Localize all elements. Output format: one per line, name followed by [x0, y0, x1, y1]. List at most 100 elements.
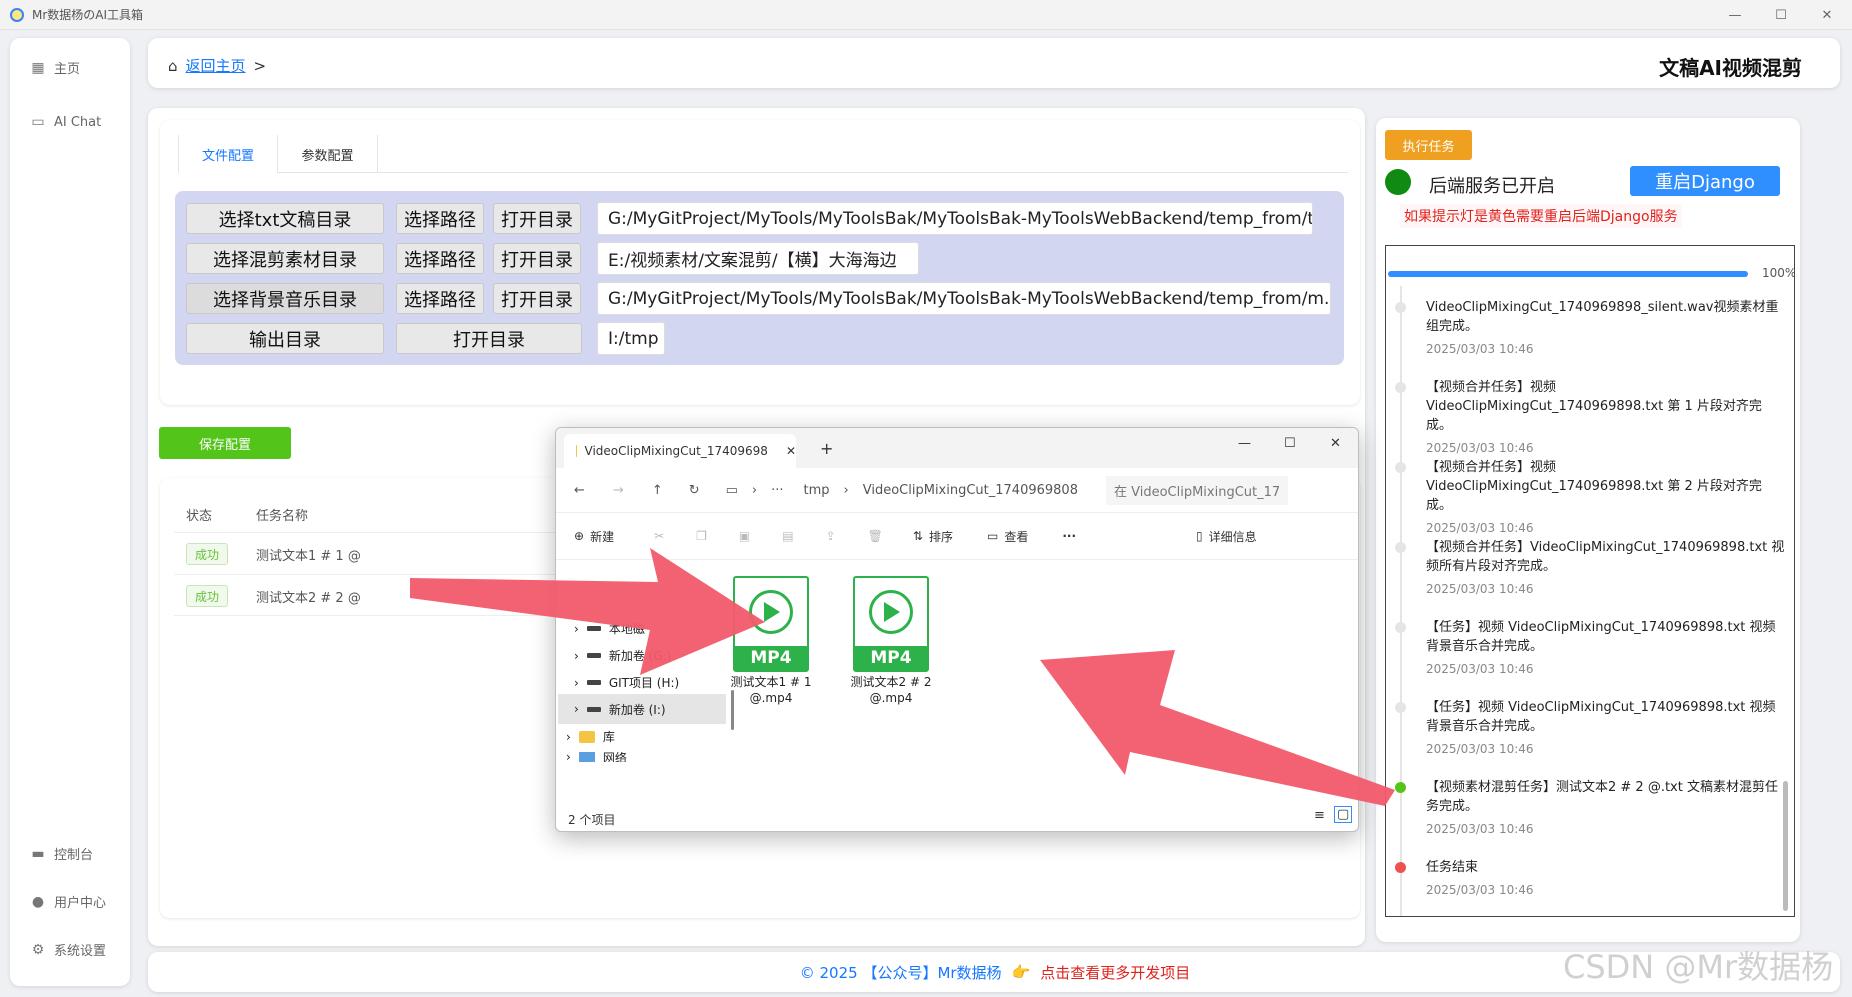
maximize-icon[interactable]: ☐ [1758, 0, 1804, 30]
select-txt-dir-button[interactable]: 选择txt文稿目录 [186, 203, 384, 234]
forward-icon[interactable]: → [613, 483, 624, 498]
window-title: Mr数据杨のAI工具箱 [32, 8, 144, 22]
log-entry: 【任务】视频 VideoClipMixingCut_1740969898.txt… [1426, 618, 1786, 679]
share-icon[interactable]: ⇪ [826, 529, 836, 543]
select-path-button[interactable]: 选择路径 [396, 203, 484, 234]
log-scrollbar[interactable] [1783, 781, 1788, 911]
select-path-button[interactable]: 选择路径 [396, 283, 484, 314]
tree-item-h-drive[interactable]: › GIT项目 (H:) [574, 674, 679, 691]
select-bgm-dir-button[interactable]: 选择背景音乐目录 [186, 283, 384, 314]
select-path-button[interactable]: 选择路径 [396, 243, 484, 274]
more-options-button[interactable]: ··· [1062, 529, 1076, 543]
view-button[interactable]: 查看 [1004, 528, 1028, 545]
refresh-icon[interactable]: ↻ [689, 483, 700, 498]
timeline-dot [1395, 862, 1406, 873]
breadcrumb-item[interactable]: VideoClipMixingCut_1740969808 [863, 483, 1078, 498]
sidebar-item-user-center[interactable]: ● 用户中心 [30, 892, 106, 912]
tree-item-g-drive[interactable]: › 新加卷 (G:) [574, 647, 671, 664]
timeline-dot [1395, 542, 1406, 553]
log-time: 2025/03/03 10:46 [1426, 521, 1534, 535]
tab-param-config[interactable]: 参数配置 [278, 135, 378, 173]
tree-item-label: 新加卷 (I:) [608, 702, 666, 717]
progress-label: 100% [1762, 266, 1795, 280]
tab-file-config[interactable]: 文件配置 [178, 135, 278, 173]
open-dir-button[interactable]: 打开目录 [493, 283, 581, 314]
tree-item-network[interactable]: › 网络 [566, 752, 627, 762]
file-explorer-window: VideoClipMixingCut_17409698 ✕ + — ☐ ✕ ← … [555, 427, 1359, 832]
file-item[interactable]: MP4 测试文本1 # 1 @.mp4 [716, 576, 826, 706]
status-badge: 成功 [186, 543, 228, 565]
navigation-pane: › 本地磁 › 新加卷 (G:) › GIT项目 (H:) › 新加卷 (I:) › 库 … [556, 560, 741, 810]
restart-django-button[interactable]: 重启Django [1630, 166, 1780, 196]
header-bar [148, 38, 1840, 88]
restart-warning: 如果提示灯是黄色需要重启后端Django服务 [1400, 204, 1682, 228]
plus-icon: ⊕ [574, 529, 585, 543]
more-path-icon[interactable]: ··· [771, 483, 783, 498]
file-name: 测试文本2 # 2 @.mp4 [850, 675, 932, 705]
explorer-tab[interactable]: VideoClipMixingCut_17409698 ✕ [564, 434, 796, 468]
details-button[interactable]: 详细信息 [1209, 528, 1257, 545]
file-badge: MP4 [735, 646, 807, 670]
delete-icon[interactable]: 🗑 [868, 529, 883, 543]
minimize-icon[interactable]: — [1712, 0, 1758, 30]
mp4-file-icon: MP4 [853, 576, 929, 672]
log-entry: 【任务】视频 VideoClipMixingCut_1740969898.txt… [1426, 698, 1786, 759]
close-icon[interactable]: ✕ [1804, 0, 1850, 30]
close-tab-icon[interactable]: ✕ [786, 444, 796, 458]
tree-item-i-drive[interactable]: › 新加卷 (I:) [558, 694, 726, 724]
footer-more-projects-link[interactable]: 点击查看更多开发项目 [1040, 962, 1190, 983]
log-entry: 任务结束 2025/03/03 10:46 [1426, 858, 1786, 900]
explorer-search-input[interactable]: 在 VideoClipMixingCut_17 [1105, 475, 1289, 505]
timeline-dot [1395, 302, 1406, 313]
log-entry: 【视频合并任务】VideoClipMixingCut_1740969898.tx… [1426, 538, 1786, 599]
service-status-light [1385, 169, 1411, 195]
output-dir-path: I:/tmp [597, 322, 665, 355]
timeline-dot [1395, 782, 1406, 793]
back-icon[interactable]: ← [574, 483, 585, 498]
maximize-icon[interactable]: ☐ [1284, 436, 1296, 451]
chevron-right-icon: › [751, 482, 758, 498]
drive-icon [586, 706, 601, 712]
tree-item-label: 库 [602, 730, 615, 744]
up-icon[interactable]: ↑ [652, 483, 663, 498]
list-view-icon[interactable]: ≡ [1314, 808, 1325, 823]
log-text: 【视频素材混剪任务】测试文本2 # 2 @.txt 文稿素材混剪任务完成。 [1426, 780, 1778, 814]
open-dir-button[interactable]: 打开目录 [396, 323, 582, 354]
save-config-button[interactable]: 保存配置 [159, 427, 291, 459]
sidebar-item-home[interactable]: ▦ 主页 [30, 58, 80, 78]
log-text: 任务结束 [1426, 860, 1479, 875]
log-text: 【任务】视频 VideoClipMixingCut_1740969898.txt… [1426, 700, 1776, 734]
sort-button[interactable]: 排序 [929, 528, 953, 545]
tree-item-local-disk[interactable]: › 本地磁 [574, 620, 645, 637]
back-home-link[interactable]: 返回主页 [186, 55, 246, 76]
log-text: 【视频合并任务】视频 VideoClipMixingCut_1740969898… [1426, 460, 1762, 513]
drive-icon [586, 626, 601, 631]
select-material-dir-button[interactable]: 选择混剪素材目录 [186, 243, 384, 274]
close-icon[interactable]: ✕ [1330, 436, 1341, 451]
monitor-icon: ▭ [725, 482, 738, 498]
rename-icon[interactable]: ▤ [782, 529, 793, 543]
cut-icon[interactable]: ✂ [654, 529, 664, 543]
breadcrumb-item[interactable]: tmp [804, 483, 830, 498]
output-dir-button[interactable]: 输出目录 [186, 323, 384, 354]
sidebar-item-ai-chat[interactable]: ▭ AI Chat [30, 114, 101, 130]
sidebar-item-label: 系统设置 [54, 944, 107, 959]
network-icon [578, 752, 595, 762]
open-dir-button[interactable]: 打开目录 [493, 203, 581, 234]
view-icon: ▭ [986, 529, 999, 543]
new-tab-icon[interactable]: + [820, 439, 833, 458]
execute-task-button[interactable]: 执行任务 [1385, 130, 1472, 160]
paste-icon[interactable]: ▣ [739, 529, 750, 543]
sidebar-item-settings[interactable]: ⚙ 系统设置 [30, 940, 107, 960]
copy-icon[interactable]: ❐ [696, 529, 707, 543]
log-panel[interactable]: 100% VideoClipMixingCut_1740969898_silen… [1385, 245, 1795, 917]
open-dir-button[interactable]: 打开目录 [493, 243, 581, 274]
sidebar-item-console[interactable]: ▬ 控制台 [30, 844, 93, 864]
minimize-icon[interactable]: — [1238, 436, 1251, 451]
tree-item-library[interactable]: › 库 [566, 728, 615, 745]
tile-view-icon[interactable]: ▢ [1334, 806, 1353, 823]
log-text: 【视频合并任务】视频 VideoClipMixingCut_1740969898… [1426, 380, 1762, 433]
new-button[interactable]: 新建 [590, 528, 614, 545]
log-text: 【任务】视频 VideoClipMixingCut_1740969898.txt… [1426, 620, 1776, 654]
file-item[interactable]: MP4 测试文本2 # 2 @.mp4 [836, 576, 946, 706]
